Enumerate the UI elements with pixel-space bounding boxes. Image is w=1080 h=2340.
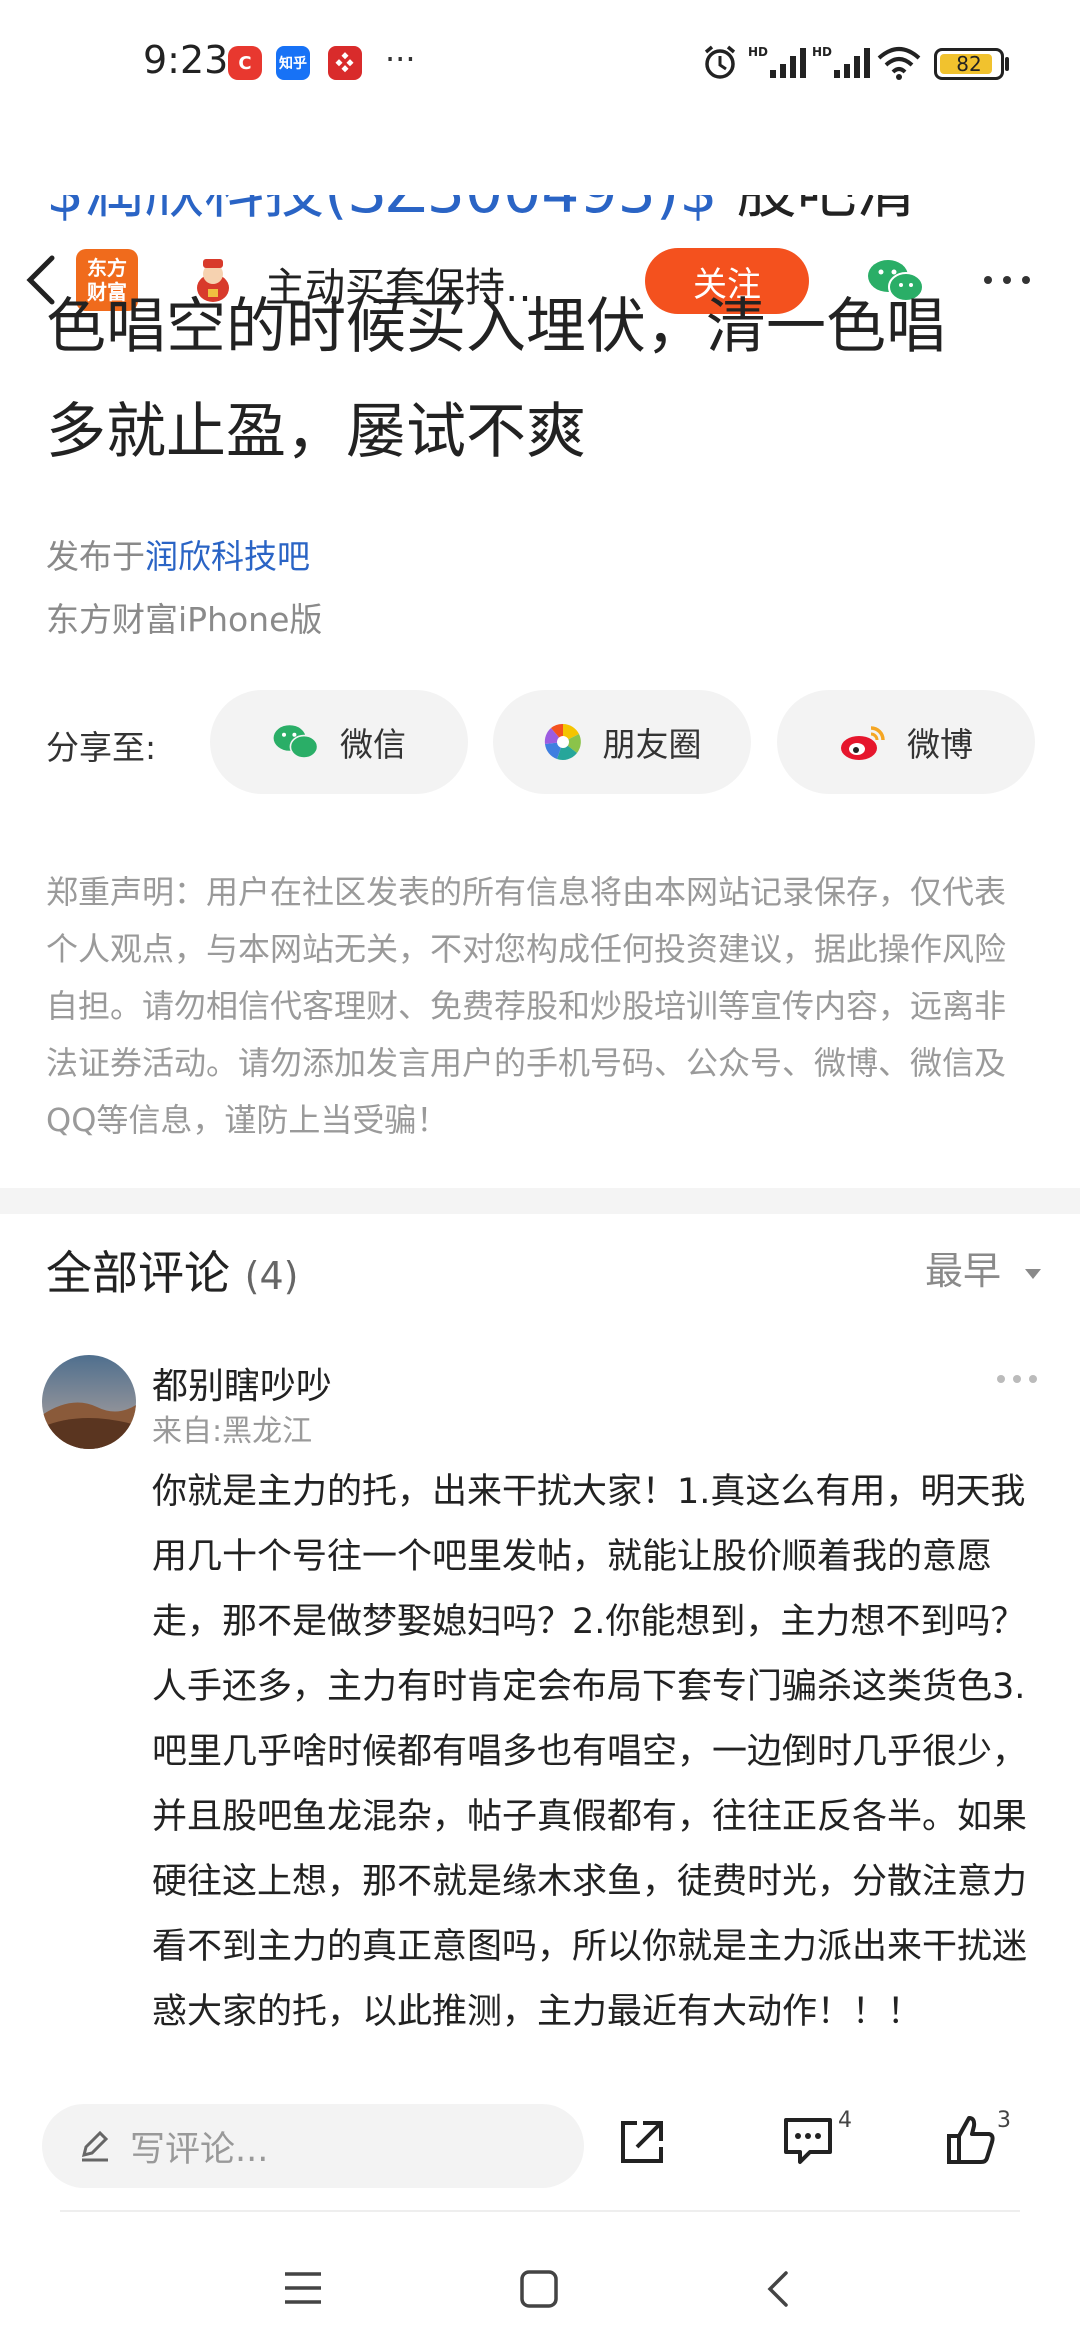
write-comment-input[interactable]: 写评论... [42,2104,584,2188]
back-icon[interactable] [762,2269,792,2309]
home-icon[interactable] [519,2269,559,2309]
wechat-icon [273,725,319,759]
share-out-icon[interactable] [615,2117,667,2169]
comment-text: 你就是主力的托，出来干扰大家！1.真这么有用，明天我用几十个号往一个吧里发帖，就… [152,1472,1028,2032]
share-weibo-button[interactable]: 微博 [777,690,1035,794]
menu-icon[interactable] [283,2270,323,2306]
alarm-icon [704,45,736,79]
like-count-badge: 3 [997,2108,1011,2133]
thumbs-up-icon [947,2116,995,2164]
zhihu-icon: 知乎 [276,46,310,80]
section-divider [0,1188,1080,1214]
signal-hd-2-icon: HD [812,45,870,78]
commenter-name[interactable]: 都别瞎吵吵 [152,1357,332,1409]
share-moments-button[interactable]: 朋友圈 [493,690,751,794]
comments-count: (4) [244,1254,299,1298]
weibo-icon [841,726,885,760]
svg-text:HD: HD [748,45,768,59]
forum-link[interactable]: 润欣科技吧 [145,537,310,576]
status-time: 9:23 [143,38,229,82]
checker-app-icon [328,46,362,80]
app-c-icon: C [228,46,262,80]
moments-icon [544,723,581,760]
chevron-down-icon [1025,1268,1042,1279]
post-partial-line: $润欣科技(SZ300493)$ 股吧清 [46,195,916,240]
svg-text:HD: HD [812,45,832,59]
wifi-icon [877,47,921,80]
sort-dropdown[interactable]: 最早 [925,1240,1043,1295]
share-label: 分享至: [46,728,157,767]
post-line-1: 色唱空的时候买入埋伏，清一色唱 [46,292,946,362]
commenter-location: 来自:黑龙江 [152,1414,313,1449]
post-line-2: 多就止盈，屡试不爽 [46,397,586,467]
disclaimer-text: 郑重声明：用户在社区发表的所有信息将由本网站记录保存，仅代表个人观点，与本网站无… [46,873,1007,1139]
signal-hd-1-icon: HD [748,45,806,78]
commenter-avatar[interactable] [42,1355,136,1449]
battery-indicator: 82 [934,48,1004,80]
comment-more-icon[interactable] [995,1372,1039,1386]
pencil-icon [81,2130,109,2162]
comments-button[interactable]: 4 [780,2108,852,2172]
nav-separator [60,2210,1020,2212]
share-wechat-button[interactable]: 微信 [210,690,468,794]
system-nav-bar [0,2220,1080,2340]
comment-bubble-icon [784,2118,832,2164]
more-notifications-icon: ··· [385,40,416,78]
status-bar: 9:23 C 知乎 ··· HD HD 82 [0,0,1080,120]
publish-info: 发布于润欣科技吧 [46,537,310,576]
device-info: 东方财富iPhone版 [46,600,323,639]
like-button[interactable]: 3 [943,2108,1013,2172]
comment-count-badge: 4 [838,2108,852,2133]
comments-header: 全部评论 (4) [46,1246,299,1300]
